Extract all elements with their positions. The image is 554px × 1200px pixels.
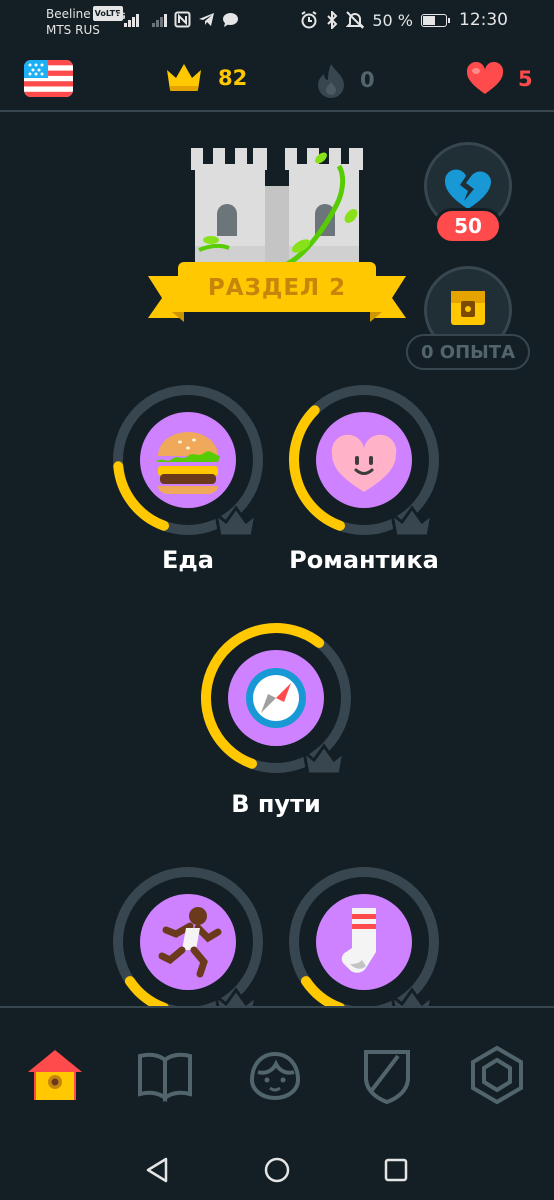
top-bar: 82 0 5 <box>0 48 554 112</box>
home-nav-icon[interactable] <box>263 1156 291 1184</box>
castle-icon <box>191 148 363 268</box>
section-title: РАЗДЕЛ 2 <box>207 275 347 301</box>
crowns-counter[interactable]: 82 <box>164 62 247 94</box>
nav-home[interactable] <box>24 1044 86 1106</box>
burger-icon <box>156 432 220 494</box>
battery-percent: 50 % <box>372 10 413 30</box>
crown-icon <box>167 64 201 91</box>
skill-node-sport[interactable] <box>110 864 266 1020</box>
skill-disc <box>140 412 236 508</box>
compass-icon <box>246 668 306 728</box>
flame-icon <box>318 64 344 98</box>
signal-icon <box>124 13 139 27</box>
recents-icon[interactable] <box>382 1156 410 1184</box>
hearts-counter[interactable]: 5 <box>466 62 533 96</box>
broken-heart-count: 50 <box>434 208 502 244</box>
skill-label-travel: В пути <box>231 790 321 818</box>
skill-crown-icon <box>214 505 258 538</box>
streak-count: 0 <box>360 68 375 92</box>
nfc-icon <box>174 11 191 28</box>
skill-disc <box>316 412 412 508</box>
carrier-1: Beeline <box>46 7 91 21</box>
mute-icon <box>346 11 365 29</box>
crowns-count: 82 <box>218 66 248 90</box>
telegram-icon <box>199 13 214 26</box>
bluetooth-icon <box>327 11 338 29</box>
carrier-2: MTS RUS <box>46 23 100 37</box>
skill-node-travel[interactable] <box>198 620 354 776</box>
smiling-heart-icon <box>331 434 397 492</box>
bottom-nav <box>0 1006 554 1138</box>
alarm-icon <box>301 11 317 29</box>
carrier-info: Beeline VoLTE MTS RUS <box>46 6 123 38</box>
skill-node-clothes[interactable] <box>286 864 442 1020</box>
book-icon <box>138 1052 192 1103</box>
clock: 12:30 <box>459 10 508 30</box>
skill-disc <box>228 650 324 746</box>
skill-crown-icon <box>302 743 346 776</box>
characters-icon <box>249 1051 301 1101</box>
heart-icon <box>466 62 504 94</box>
us-flag-icon[interactable] <box>24 60 73 97</box>
signal-2-icon <box>152 13 167 27</box>
home-icon <box>28 1050 82 1100</box>
progress-arc <box>124 976 169 1013</box>
streak-counter[interactable]: 0 <box>316 62 375 98</box>
nav-profile[interactable] <box>244 1044 306 1106</box>
progress-arc <box>300 976 345 1013</box>
sock-icon <box>341 908 376 973</box>
diamond-icon <box>471 1045 523 1105</box>
nav-stories[interactable] <box>134 1044 196 1106</box>
status-bar: Beeline VoLTE MTS RUS 4G 50 % 12:30 <box>0 0 554 42</box>
nav-leagues[interactable] <box>356 1044 418 1106</box>
skill-disc <box>316 894 412 990</box>
system-nav <box>0 1138 554 1200</box>
skill-disc <box>140 894 236 990</box>
running-man-icon <box>158 907 222 978</box>
chest-xp-label: 0 ОПЫТА <box>406 334 530 370</box>
battery-icon <box>421 13 450 27</box>
skill-crown-icon <box>390 505 434 538</box>
skill-node-romance[interactable] <box>286 382 442 538</box>
hearts-count: 5 <box>518 67 533 91</box>
back-icon[interactable] <box>144 1156 172 1184</box>
shield-icon <box>364 1050 410 1105</box>
skill-node-food[interactable] <box>110 382 266 538</box>
skill-label-romance: Романтика <box>289 546 439 574</box>
nav-shop[interactable] <box>466 1044 528 1106</box>
message-icon <box>223 13 238 27</box>
